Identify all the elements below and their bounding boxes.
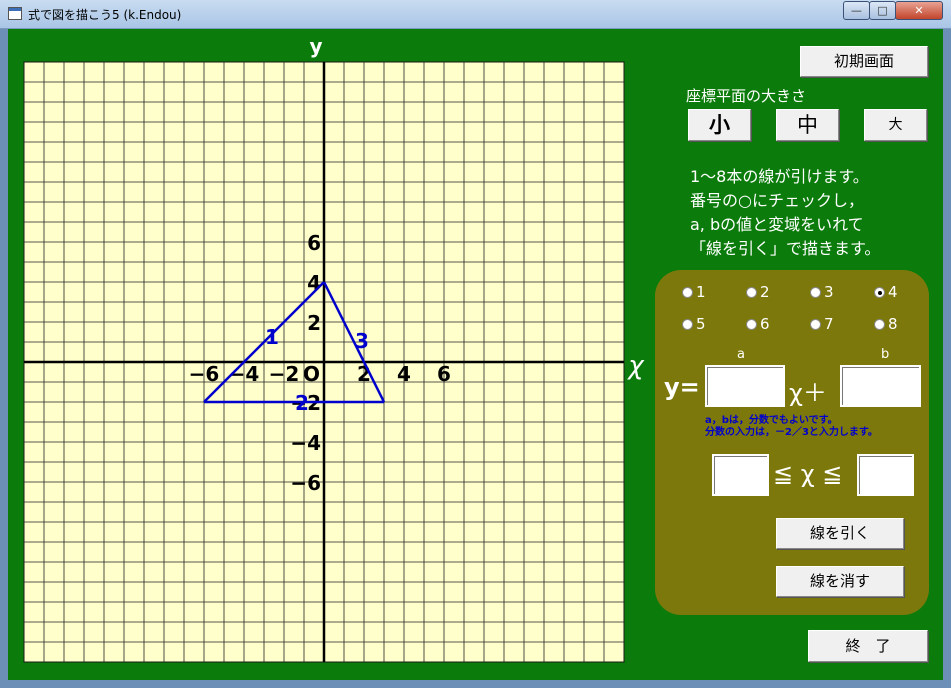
maximize-button[interactable]: □ — [869, 1, 896, 20]
a-input[interactable] — [705, 365, 785, 407]
x-axis-label: χ — [626, 351, 645, 381]
radio-label: 3 — [824, 283, 834, 301]
line-radio-5[interactable]: 5 — [682, 315, 706, 333]
instruction-line: 1～8本の線が引けます。 — [690, 167, 869, 186]
instruction-line: a, bの値と変域をいれて — [690, 215, 864, 234]
x-max-input[interactable] — [857, 454, 914, 496]
radio-dot[interactable] — [874, 287, 885, 298]
erase-line-button[interactable]: 線を消す — [776, 566, 904, 597]
size-small-button[interactable]: 小 — [688, 109, 751, 141]
y-tick-label: 6 — [307, 231, 321, 255]
close-button[interactable]: ✕ — [895, 1, 943, 20]
draw-line-button[interactable]: 線を引く — [776, 518, 904, 549]
b-label: b — [881, 347, 890, 362]
line-radio-6[interactable]: 6 — [746, 315, 770, 333]
radio-label: 1 — [696, 283, 706, 301]
radio-dot[interactable] — [874, 319, 885, 330]
quit-button[interactable]: 終 了 — [808, 630, 928, 662]
radio-dot[interactable] — [746, 287, 757, 298]
y-tick-label: −6 — [290, 471, 321, 495]
main-window: −6 −4 −2 2 4 6 6 4 2 −2 −4 −6 Oy χ 123 初期画面 座標平面の大きさ … — [8, 29, 943, 680]
b-input[interactable] — [840, 365, 921, 407]
radio-dot[interactable] — [810, 287, 821, 298]
radio-dot[interactable] — [682, 287, 693, 298]
fraction-note: a，bは，分数でもよいです。 — [705, 415, 838, 426]
origin-label: O — [303, 362, 320, 386]
size-heading: 座標平面の大きさ — [686, 87, 807, 105]
x-min-input[interactable] — [712, 454, 769, 496]
fraction-input-note: 分数の入力は，－2／3と入力します。 — [705, 427, 878, 438]
x-plus-label: χ＋ — [789, 379, 827, 407]
line-number-label: 3 — [355, 329, 369, 353]
y-equals-label: y= — [664, 373, 700, 401]
y-tick-label: −4 — [290, 431, 321, 455]
line-radio-1[interactable]: 1 — [682, 283, 706, 301]
line-number-label: 1 — [265, 325, 279, 349]
x-tick-label: −2 — [269, 362, 300, 386]
instruction-line: 番号の○にチェックし， — [690, 191, 864, 210]
y-tick-label: 2 — [307, 311, 321, 335]
app-icon — [8, 7, 22, 20]
radio-label: 7 — [824, 315, 834, 333]
line-radio-8[interactable]: 8 — [874, 315, 898, 333]
reset-button[interactable]: 初期画面 — [800, 46, 928, 77]
x-tick-label: 4 — [397, 362, 411, 386]
radio-dot[interactable] — [682, 319, 693, 330]
y-axis-label: y — [309, 34, 322, 58]
x-tick-label: −6 — [189, 362, 220, 386]
line-radio-7[interactable]: 7 — [810, 315, 834, 333]
window-title: 式で図を描こう5 (k.Endou) — [28, 8, 182, 22]
instructions: 1～8本の線が引けます。 番号の○にチェックし， a, bの値と変域をいれて 「… — [690, 165, 880, 261]
size-large-button[interactable]: 大 — [864, 109, 927, 141]
a-label: a — [737, 347, 745, 362]
title-bar: 式で図を描こう5 (k.Endou) — □ ✕ — [0, 0, 951, 29]
minimize-button[interactable]: — — [843, 1, 870, 20]
radio-dot[interactable] — [746, 319, 757, 330]
instruction-line: 「線を引く」で描きます。 — [690, 239, 881, 258]
radio-label: 5 — [696, 315, 706, 333]
range-label: ≦ χ ≦ — [773, 460, 843, 488]
line-radio-2[interactable]: 2 — [746, 283, 770, 301]
size-medium-button[interactable]: 中 — [776, 109, 839, 141]
line-number-label: 2 — [295, 391, 309, 415]
line-radio-3[interactable]: 3 — [810, 283, 834, 301]
radio-label: 2 — [760, 283, 770, 301]
line-radio-4[interactable]: 4 — [874, 283, 898, 301]
x-tick-label: 6 — [437, 362, 451, 386]
radio-label: 8 — [888, 315, 898, 333]
coordinate-plane: −6 −4 −2 2 4 6642−2−4−6Oyχ 123 — [23, 34, 645, 663]
radio-dot[interactable] — [810, 319, 821, 330]
radio-label: 4 — [888, 283, 898, 301]
radio-label: 6 — [760, 315, 770, 333]
